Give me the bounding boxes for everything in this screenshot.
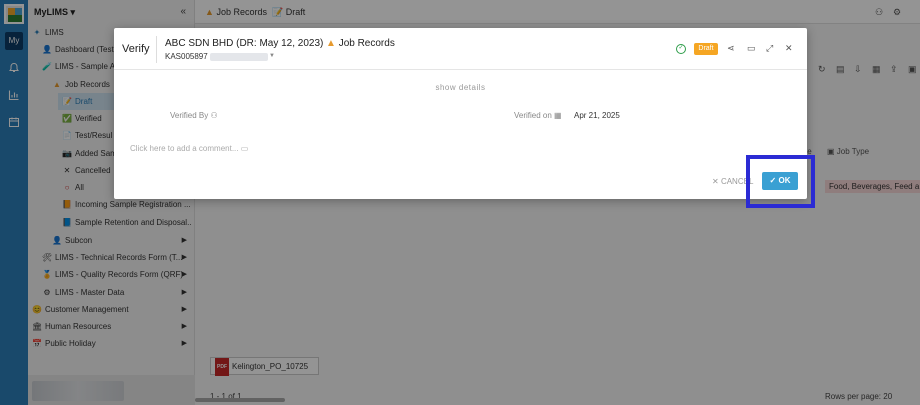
dialog-header: Verify ABC SDN BHD (DR: May 12, 2023) ▲ … — [114, 28, 807, 70]
verified-on-text: Verified on — [514, 111, 552, 120]
show-details-link[interactable]: show details — [114, 83, 807, 92]
status-badge: Draft — [694, 43, 718, 55]
comment-icon[interactable]: ▭ — [747, 43, 756, 54]
dialog-title: Verify — [122, 43, 150, 55]
comment-input[interactable]: Click here to add a comment... ▭ — [130, 144, 248, 153]
blurred-field — [210, 53, 268, 61]
job-records-icon: ▲ — [326, 38, 336, 49]
share-icon[interactable]: ⋖ — [727, 43, 735, 54]
verified-on-label: Verified on ▦ — [514, 111, 562, 120]
caret-down-icon[interactable]: ▼ — [269, 53, 275, 59]
verified-by-label: Verified By ⚇ — [170, 111, 218, 120]
verify-dialog: Verify ABC SDN BHD (DR: May 12, 2023) ▲ … — [114, 28, 807, 199]
comment-icon: ▭ — [240, 144, 249, 153]
check-circle-icon: ✓ — [676, 44, 686, 54]
close-icon[interactable]: ✕ — [785, 43, 793, 54]
highlight-box — [746, 155, 815, 208]
person-icon: ⚇ — [210, 111, 218, 120]
comment-placeholder: Click here to add a comment... — [130, 144, 239, 153]
record-type: ▲ Job Records — [326, 38, 395, 49]
header-divider — [156, 36, 157, 63]
verified-by-text: Verified By — [170, 111, 209, 120]
expand-icon[interactable]: ⤢ — [766, 43, 773, 54]
company-name: ABC SDN BHD (DR: May 12, 2023) — [165, 38, 324, 49]
verified-on-value[interactable]: Apr 21, 2025 — [574, 111, 620, 120]
record-type-label: Job Records — [338, 38, 395, 49]
record-code: KAS005897 — [165, 52, 208, 61]
calendar-icon: ▦ — [554, 111, 562, 120]
